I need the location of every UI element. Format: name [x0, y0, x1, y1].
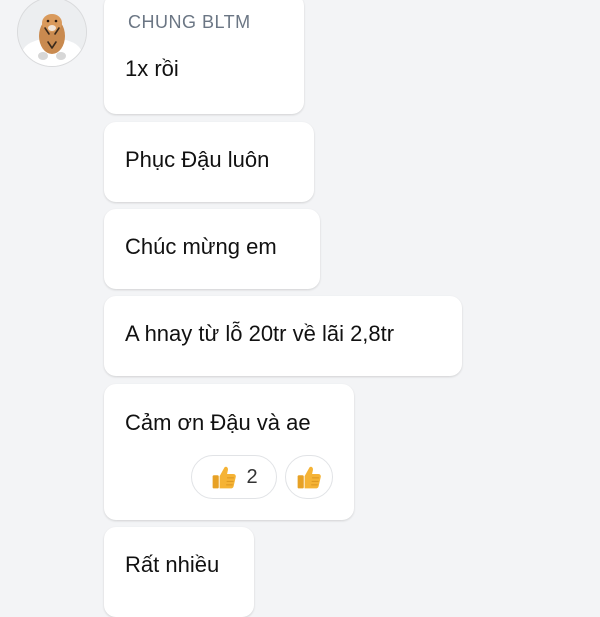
- sender-name: CHUNG BLTM: [128, 12, 251, 32]
- message-bubble-2[interactable]: Phục Đậu luôn: [104, 122, 314, 202]
- message-bubble-5[interactable]: Cảm ơn Đậu và ae 2: [104, 384, 354, 520]
- thumbs-up-icon: [210, 463, 238, 491]
- message-text: A hnay từ lỗ 20tr về lãi 2,8tr: [125, 321, 395, 346]
- reaction-count: 2: [246, 465, 258, 488]
- message-text: Rất nhiều: [125, 552, 220, 577]
- message-bubble-3[interactable]: Chúc mừng em: [104, 209, 320, 289]
- message-text: Chúc mừng em: [125, 234, 277, 259]
- tiger-avatar-icon: [18, 0, 86, 66]
- thumbs-up-icon: [295, 463, 323, 491]
- reaction-thumbs-up-add[interactable]: [285, 455, 333, 499]
- message-bubble-4[interactable]: A hnay từ lỗ 20tr về lãi 2,8tr: [104, 296, 462, 376]
- message-text: Phục Đậu luôn: [125, 147, 270, 172]
- message-bubble-1[interactable]: CHUNG BLTM 1x rồi: [104, 0, 304, 114]
- message-bubble-6[interactable]: Rất nhiều: [104, 527, 254, 617]
- sender-avatar[interactable]: [18, 0, 86, 66]
- message-text: 1x rồi: [125, 56, 179, 81]
- message-text: Cảm ơn Đậu và ae: [125, 410, 311, 435]
- reaction-thumbs-up-count[interactable]: 2: [191, 455, 277, 499]
